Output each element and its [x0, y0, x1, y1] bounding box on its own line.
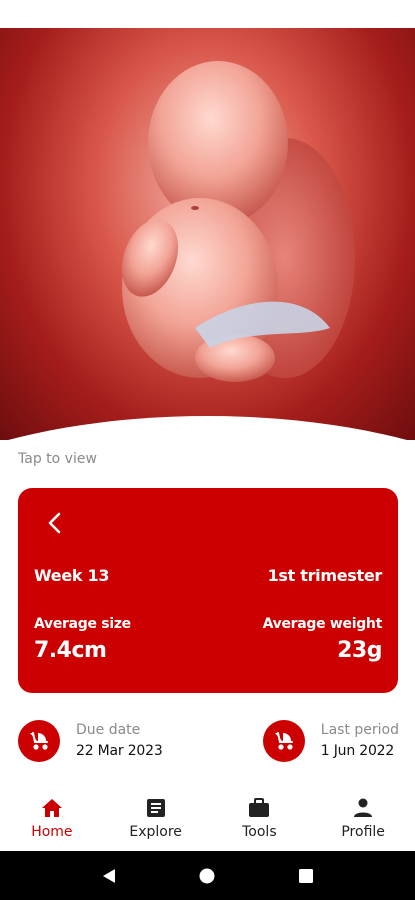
- average-size-label: Average size: [34, 616, 131, 632]
- tap-to-view-label: Tap to view: [18, 451, 97, 467]
- nav-home[interactable]: Home: [0, 788, 104, 848]
- stroller-icon: [18, 720, 60, 762]
- last-period-label: Last period: [320, 722, 399, 738]
- previous-week-button[interactable]: [40, 508, 70, 538]
- trimester-label: 1st trimester: [267, 566, 383, 585]
- stroller-icon: [262, 720, 305, 762]
- system-recents-button[interactable]: [291, 861, 321, 891]
- due-date-item[interactable]: Due date 22 Mar 2023: [18, 720, 163, 762]
- briefcase-icon: [248, 796, 270, 820]
- last-period-item[interactable]: Last period 1 Jun 2022: [262, 720, 399, 762]
- person-icon: [353, 796, 373, 820]
- chevron-left-icon: [48, 512, 61, 534]
- home-circle-icon: [199, 868, 215, 883]
- system-back-button[interactable]: [94, 861, 124, 891]
- hero-fetus-image[interactable]: [0, 28, 415, 440]
- week-label: Week 13: [34, 566, 110, 585]
- article-icon: [146, 796, 166, 820]
- nav-tools-label: Tools: [242, 824, 277, 840]
- last-period-value: 1 Jun 2022: [320, 743, 395, 759]
- nav-profile-label: Profile: [341, 824, 385, 840]
- nav-profile[interactable]: Profile: [311, 788, 415, 848]
- recents-square-icon: [298, 868, 313, 883]
- average-weight-value: 23g: [337, 638, 382, 663]
- system-navigation-bar: [0, 851, 415, 900]
- nav-home-label: Home: [31, 824, 73, 840]
- nav-explore-label: Explore: [129, 824, 182, 840]
- due-date-value: 22 Mar 2023: [76, 743, 163, 759]
- average-weight-label: Average weight: [262, 616, 383, 632]
- average-size-value: 7.4cm: [34, 638, 107, 663]
- week-summary-card: Week 13 1st trimester Average size Avera…: [18, 488, 398, 693]
- nav-explore[interactable]: Explore: [104, 788, 208, 848]
- system-home-button[interactable]: [192, 861, 222, 891]
- nav-tools[interactable]: Tools: [208, 788, 312, 848]
- due-date-label: Due date: [76, 722, 141, 738]
- home-icon: [41, 796, 63, 820]
- fetus-illustration: [121, 61, 355, 382]
- bottom-navigation: Home Explore Tools Profile: [0, 788, 415, 848]
- status-bar-area: [0, 0, 415, 28]
- back-triangle-icon: [103, 868, 116, 883]
